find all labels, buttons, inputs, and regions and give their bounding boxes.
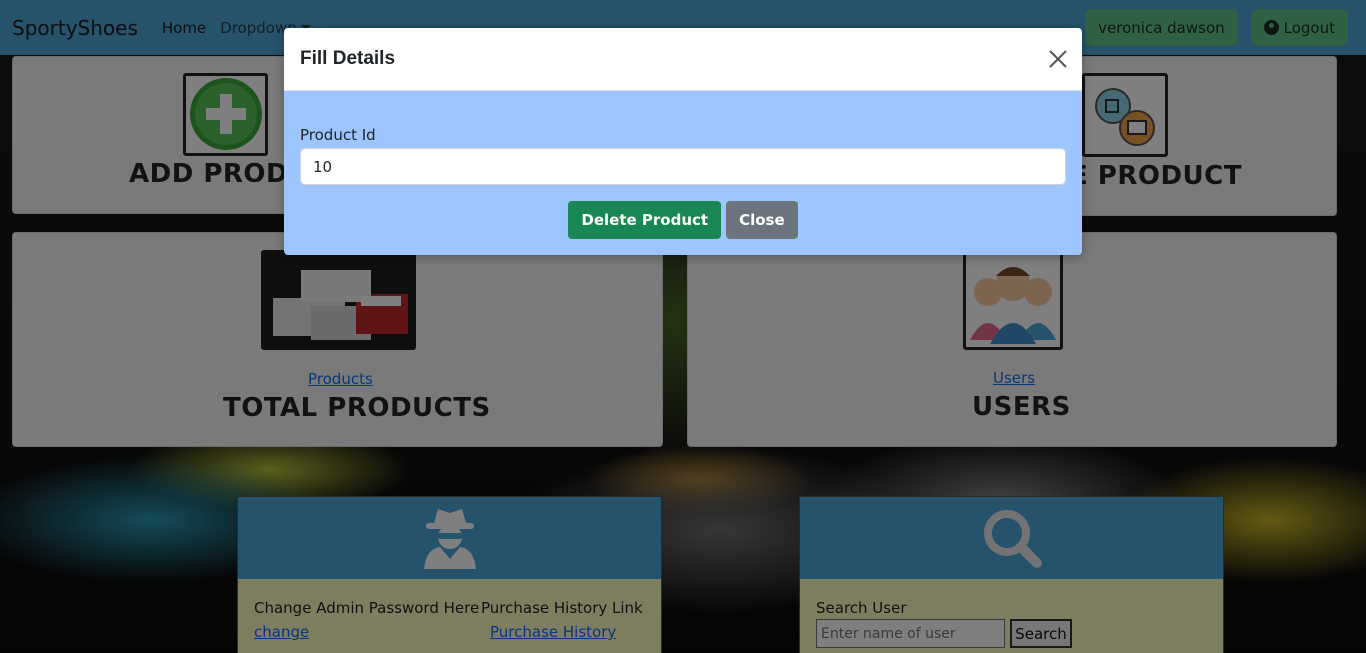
close-button[interactable]: Close [726, 201, 798, 239]
modal-body: Product Id Delete Product Close [284, 91, 1082, 255]
modal-title: Fill Details [300, 48, 396, 69]
close-icon[interactable] [1049, 50, 1067, 68]
fill-details-modal: Fill Details Product Id Delete Product C… [284, 28, 1082, 255]
product-id-label: Product Id [300, 126, 376, 144]
product-id-input[interactable] [300, 148, 1066, 185]
modal-button-row: Delete Product Close [284, 201, 1082, 239]
modal-header: Fill Details [284, 28, 1082, 91]
delete-product-button[interactable]: Delete Product [568, 201, 722, 239]
